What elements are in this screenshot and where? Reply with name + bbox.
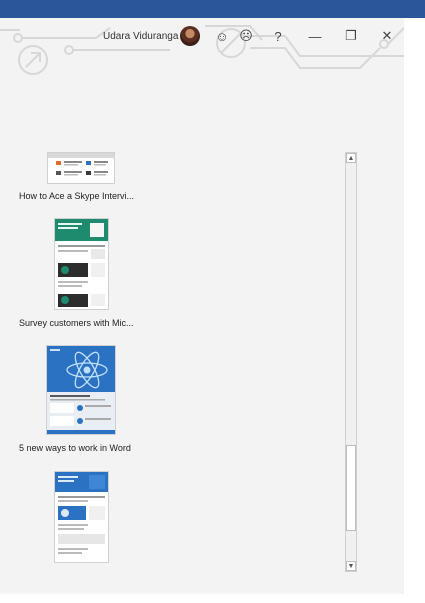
right-edge xyxy=(404,18,425,603)
user-avatar[interactable] xyxy=(180,26,200,46)
template-thumbnail-word xyxy=(46,345,116,435)
bottom-edge xyxy=(0,594,425,603)
template-item[interactable] xyxy=(0,471,330,574)
minimize-icon[interactable]: — xyxy=(308,27,322,45)
scroll-up-arrow-icon[interactable]: ▲ xyxy=(346,153,356,163)
template-label[interactable]: How to Ace a Skype Intervi... xyxy=(19,191,134,201)
vertical-scrollbar[interactable]: ▲ ▼ xyxy=(345,152,357,572)
template-item[interactable]: How to Ace a Skype Intervi... xyxy=(0,150,330,205)
template-label[interactable]: 5 new ways to work in Word xyxy=(19,443,131,453)
template-label[interactable]: Survey customers with Mic... xyxy=(19,318,134,328)
template-thumbnail-survey xyxy=(54,218,109,310)
scrollbar-thumb[interactable] xyxy=(346,445,356,531)
user-name[interactable]: Udara Viduranga xyxy=(103,31,178,42)
window-top-accent xyxy=(0,0,425,18)
close-icon[interactable]: ✕ xyxy=(380,27,394,45)
template-thumbnail-fourth xyxy=(54,471,109,563)
help-icon[interactable]: ? xyxy=(272,27,284,45)
template-item[interactable]: 5 new ways to work in Word xyxy=(0,345,330,457)
scroll-down-arrow-icon[interactable]: ▼ xyxy=(346,561,356,571)
restore-icon[interactable]: ❐ xyxy=(344,27,358,45)
smile-feedback-icon[interactable]: ☺ xyxy=(214,27,230,45)
template-thumbnail-skype xyxy=(47,152,115,184)
frown-feedback-icon[interactable]: ☹ xyxy=(238,27,254,45)
template-item[interactable]: Survey customers with Mic... xyxy=(0,218,330,330)
